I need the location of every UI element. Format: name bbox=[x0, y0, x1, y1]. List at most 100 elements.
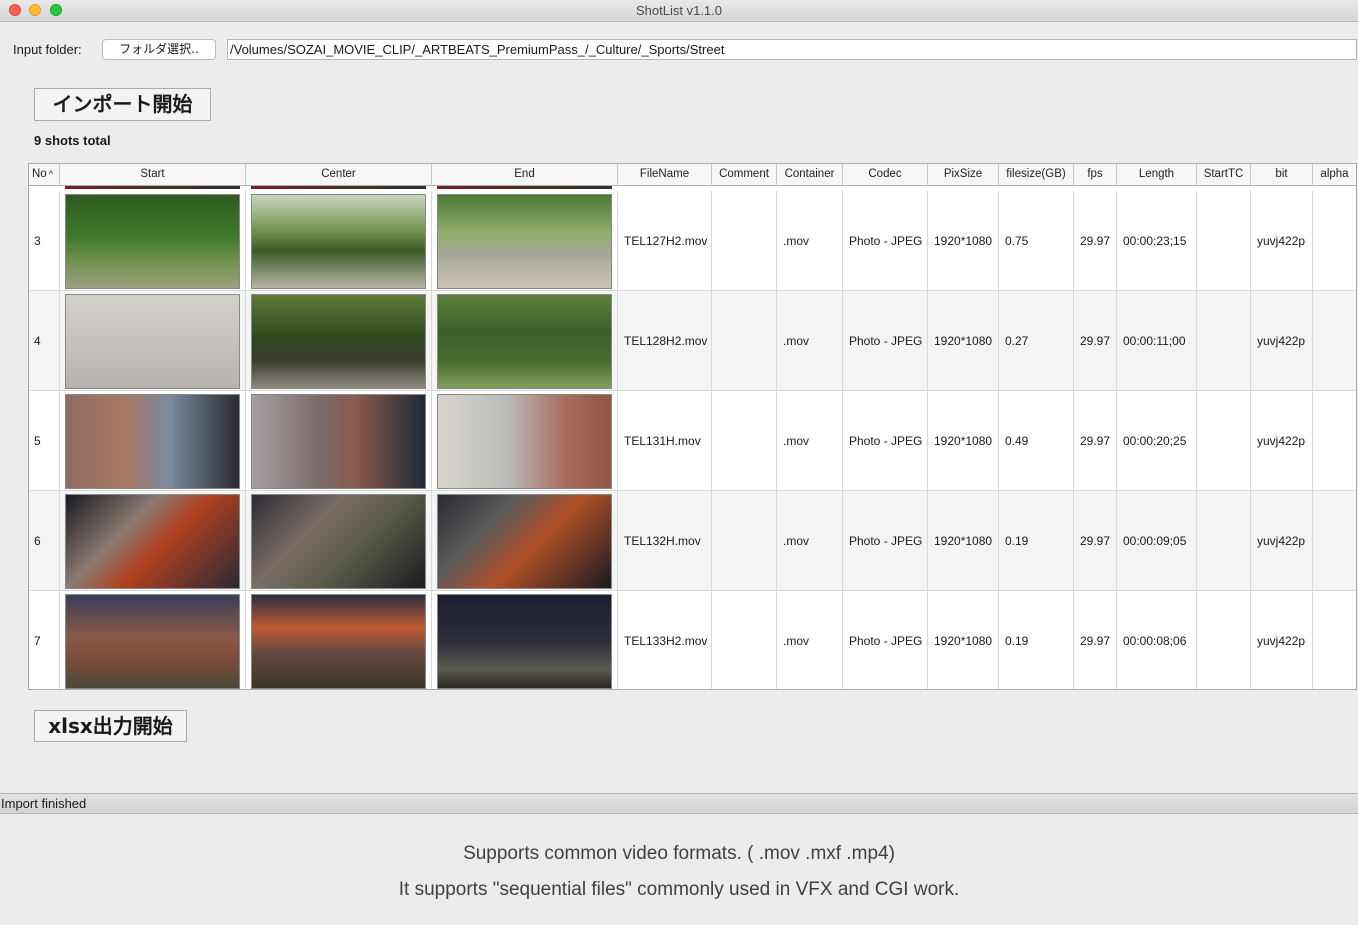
cell-filesize: 0.75 bbox=[999, 191, 1074, 291]
table-row[interactable]: 6 TEL132H.mov .mov Photo - JPEG 1920*1080 0.1… bbox=[29, 491, 1356, 591]
cell-comment bbox=[712, 491, 777, 591]
thumbnail-center bbox=[251, 494, 426, 589]
column-header-comment[interactable]: Comment bbox=[712, 164, 777, 186]
cell-pixsize: 1920*1080 bbox=[928, 591, 999, 689]
cell-fps: 29.97 bbox=[1074, 591, 1117, 689]
cell-container: .mov bbox=[777, 591, 843, 689]
cell-length: 00:00:11;00 bbox=[1117, 291, 1197, 391]
select-folder-button[interactable]: フォルダ選択.. bbox=[102, 39, 216, 60]
import-start-button[interactable]: インポート開始 bbox=[34, 88, 211, 121]
cell-length: 00:00:08;06 bbox=[1117, 591, 1197, 689]
cell-filename: TEL132H.mov bbox=[618, 491, 712, 591]
column-header-fps[interactable]: fps bbox=[1074, 164, 1117, 186]
title-bar: ShotList v1.1.0 bbox=[0, 0, 1358, 22]
cell-starttc bbox=[1197, 291, 1251, 391]
cell-starttc bbox=[1197, 391, 1251, 491]
cell-filesize: 0.27 bbox=[999, 291, 1074, 391]
cell-container: .mov bbox=[777, 191, 843, 291]
column-header-codec[interactable]: Codec bbox=[843, 164, 928, 186]
thumbnail-end bbox=[437, 494, 612, 589]
thumbnail-end bbox=[437, 594, 612, 689]
cell-filename: TEL133H2.mov bbox=[618, 591, 712, 689]
cell-bit: yuvj422p bbox=[1251, 491, 1313, 591]
cell-length: 00:00:20;25 bbox=[1117, 391, 1197, 491]
table-header: No ^ Start Center End FileName Comment Co… bbox=[29, 164, 1356, 186]
cell-codec: Photo - JPEG bbox=[843, 391, 928, 491]
cell-length: 00:00:23;15 bbox=[1117, 191, 1197, 291]
folder-path-field[interactable]: /Volumes/SOZAI_MOVIE_CLIP/_ARTBEATS_Prem… bbox=[227, 39, 1357, 60]
thumbnail-end bbox=[437, 294, 612, 389]
cell-alpha bbox=[1313, 191, 1356, 291]
cell-container: .mov bbox=[777, 291, 843, 391]
cell-bit: yuvj422p bbox=[1251, 391, 1313, 491]
table-row[interactable]: 3 TEL127H2.mov .mov Photo - JPEG 1920*1080 0.… bbox=[29, 191, 1356, 291]
column-header-bit[interactable]: bit bbox=[1251, 164, 1313, 186]
previous-row-thumbnail-end bbox=[437, 186, 612, 189]
cell-comment bbox=[712, 291, 777, 391]
thumbnail-start bbox=[65, 594, 240, 689]
column-header-length[interactable]: Length bbox=[1117, 164, 1197, 186]
column-header-center[interactable]: Center bbox=[246, 164, 432, 186]
shot-table[interactable]: No ^ Start Center End FileName Comment Co… bbox=[28, 163, 1357, 690]
table-body: 3 TEL127H2.mov .mov Photo - JPEG 1920*1080 0.… bbox=[29, 186, 1356, 689]
cell-fps: 29.97 bbox=[1074, 491, 1117, 591]
table-row[interactable]: 5 TEL131H.mov .mov Photo - JPEG 1920*1080 0.4… bbox=[29, 391, 1356, 491]
cell-codec: Photo - JPEG bbox=[843, 591, 928, 689]
cell-filename: TEL127H2.mov bbox=[618, 191, 712, 291]
cell-bit: yuvj422p bbox=[1251, 191, 1313, 291]
cell-fps: 29.97 bbox=[1074, 291, 1117, 391]
column-header-end[interactable]: End bbox=[432, 164, 618, 186]
cell-container: .mov bbox=[777, 391, 843, 491]
sort-ascending-icon: ^ bbox=[48, 169, 53, 179]
column-header-filesize[interactable]: filesize(GB) bbox=[999, 164, 1074, 186]
previous-row-thumbnail-start bbox=[65, 186, 240, 189]
column-header-container[interactable]: Container bbox=[777, 164, 843, 186]
column-header-filename[interactable]: FileName bbox=[618, 164, 712, 186]
status-bar: Import finished bbox=[0, 793, 1358, 814]
footer-formats-text: Supports common video formats. ( .mov .m… bbox=[463, 843, 895, 864]
cell-container: .mov bbox=[777, 491, 843, 591]
column-header-starttc[interactable]: StartTC bbox=[1197, 164, 1251, 186]
cell-no: 5 bbox=[29, 391, 60, 491]
thumbnail-start bbox=[65, 494, 240, 589]
cell-comment bbox=[712, 191, 777, 291]
column-header-alpha[interactable]: alpha bbox=[1313, 164, 1356, 186]
cell-alpha bbox=[1313, 291, 1356, 391]
cell-no: 4 bbox=[29, 291, 60, 391]
window-title: ShotList v1.1.0 bbox=[636, 3, 722, 18]
thumbnail-start bbox=[65, 394, 240, 489]
cell-alpha bbox=[1313, 491, 1356, 591]
xlsx-export-button[interactable]: xlsx出力開始 bbox=[34, 710, 187, 742]
cell-length: 00:00:09;05 bbox=[1117, 491, 1197, 591]
cell-filename: TEL128H2.mov bbox=[618, 291, 712, 391]
input-folder-label: Input folder: bbox=[13, 42, 82, 57]
cell-pixsize: 1920*1080 bbox=[928, 491, 999, 591]
cell-codec: Photo - JPEG bbox=[843, 491, 928, 591]
thumbnail-end bbox=[437, 394, 612, 489]
cell-codec: Photo - JPEG bbox=[843, 191, 928, 291]
cell-fps: 29.97 bbox=[1074, 191, 1117, 291]
cell-no: 6 bbox=[29, 491, 60, 591]
cell-filename: TEL131H.mov bbox=[618, 391, 712, 491]
table-row[interactable]: 4 TEL128H2.mov .mov Photo - JPEG 1920*1080 0.… bbox=[29, 291, 1356, 391]
cell-starttc bbox=[1197, 191, 1251, 291]
cell-alpha bbox=[1313, 391, 1356, 491]
column-header-pixsize[interactable]: PixSize bbox=[928, 164, 999, 186]
cell-filesize: 0.19 bbox=[999, 491, 1074, 591]
thumbnail-center bbox=[251, 194, 426, 289]
column-header-no[interactable]: No ^ bbox=[29, 164, 60, 186]
thumbnail-center bbox=[251, 294, 426, 389]
column-header-no-label: No bbox=[32, 168, 47, 180]
thumbnail-end bbox=[437, 194, 612, 289]
cell-fps: 29.97 bbox=[1074, 391, 1117, 491]
cell-pixsize: 1920*1080 bbox=[928, 291, 999, 391]
cell-bit: yuvj422p bbox=[1251, 291, 1313, 391]
column-header-start[interactable]: Start bbox=[60, 164, 246, 186]
shots-total-label: 9 shots total bbox=[34, 133, 111, 148]
cell-no: 7 bbox=[29, 591, 60, 689]
thumbnail-center bbox=[251, 594, 426, 689]
table-row[interactable]: 7 TEL133H2.mov .mov Photo - JPEG 1920*1080 0.… bbox=[29, 591, 1356, 689]
thumbnail-start bbox=[65, 194, 240, 289]
cell-no: 3 bbox=[29, 191, 60, 291]
cell-filesize: 0.49 bbox=[999, 391, 1074, 491]
